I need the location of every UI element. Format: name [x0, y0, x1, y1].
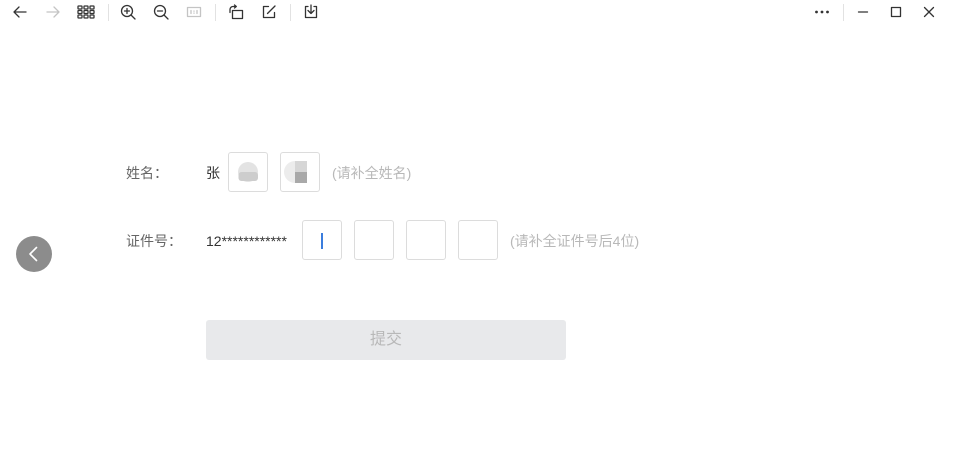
name-known-part: 张	[206, 165, 220, 181]
edit-icon	[262, 5, 276, 19]
toolbar-separator	[108, 4, 109, 21]
more-icon	[815, 10, 829, 14]
zoom-out-button[interactable]	[153, 4, 169, 20]
more-button[interactable]	[814, 4, 830, 20]
masked-name-char-1	[228, 152, 268, 192]
back-button[interactable]	[12, 4, 28, 20]
text-cursor	[321, 233, 323, 249]
forward-button[interactable]	[45, 4, 61, 20]
close-icon	[923, 6, 935, 18]
minimize-icon	[857, 11, 869, 13]
masked-glyph-image	[238, 162, 258, 182]
thumbnails-button[interactable]	[77, 4, 95, 20]
toolbar-separator	[290, 4, 291, 21]
arrow-left-icon	[13, 6, 27, 18]
close-button[interactable]	[921, 4, 937, 20]
rotate-button[interactable]	[228, 4, 244, 20]
id-digit-input-3[interactable]	[406, 220, 446, 260]
id-digit-input-2[interactable]	[354, 220, 394, 260]
zoom-out-icon	[153, 4, 169, 20]
chevron-left-icon	[29, 246, 38, 262]
arrow-right-icon	[46, 6, 60, 18]
download-icon	[304, 4, 318, 19]
zoom-in-button[interactable]	[120, 4, 136, 20]
toolbar-separator	[215, 4, 216, 21]
image-viewer-window: 姓名： 张 (请补全姓名) 证件号： 12************ (请补全证件…	[0, 0, 953, 475]
save-button[interactable]	[303, 4, 319, 20]
actual-size-icon	[186, 6, 202, 18]
id-number-known-part: 12************	[206, 233, 287, 249]
actual-size-button[interactable]	[186, 4, 202, 20]
maximize-icon	[890, 6, 902, 18]
minimize-button[interactable]	[855, 4, 871, 20]
id-digit-input-4[interactable]	[458, 220, 498, 260]
maximize-button[interactable]	[888, 4, 904, 20]
edit-button[interactable]	[261, 4, 277, 20]
masked-glyph-image	[284, 161, 307, 183]
previous-image-button[interactable]	[16, 236, 52, 272]
zoom-in-icon	[120, 4, 136, 20]
toolbar-separator	[843, 4, 844, 21]
rotate-icon	[229, 4, 244, 20]
id-number-label: 证件号：	[126, 233, 182, 249]
submit-button[interactable]: 提交	[206, 320, 566, 360]
id-number-hint: (请补全证件号后4位)	[510, 233, 640, 249]
grid-icon	[77, 5, 95, 19]
masked-name-char-2	[280, 152, 320, 192]
name-hint: (请补全姓名)	[332, 165, 412, 181]
name-label: 姓名：	[126, 165, 168, 181]
